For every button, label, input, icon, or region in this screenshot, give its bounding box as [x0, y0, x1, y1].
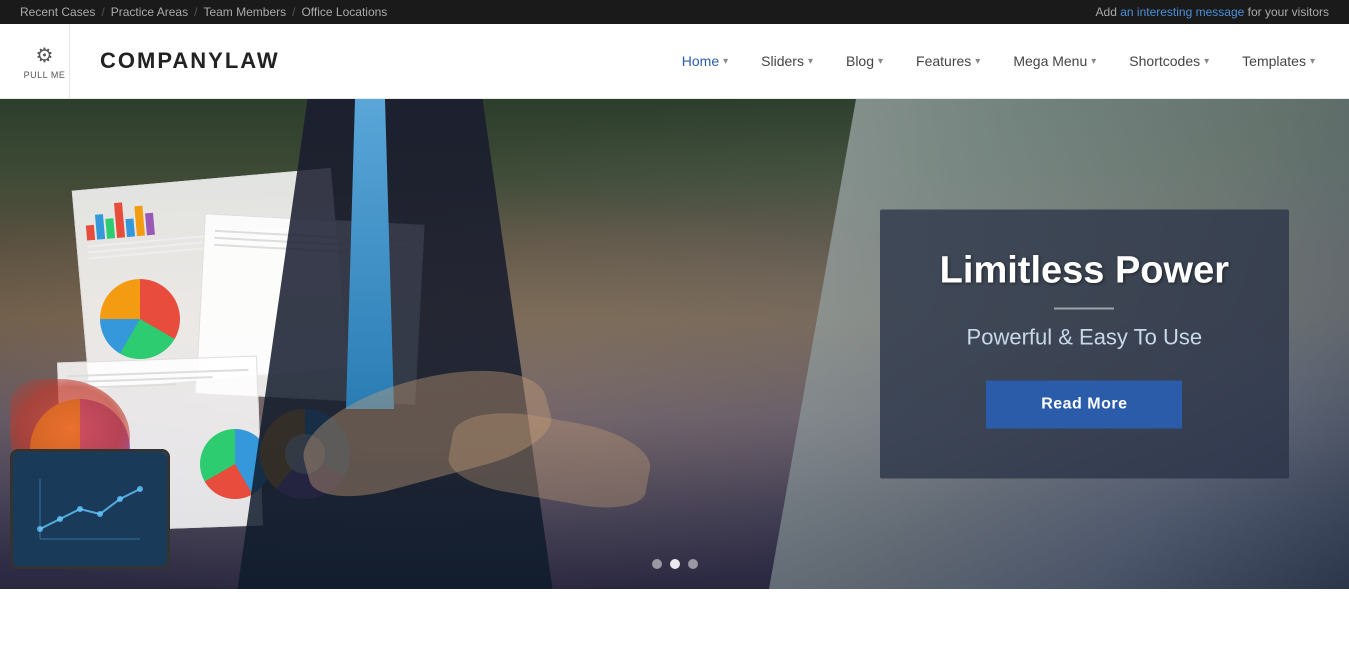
- slider-dot-3[interactable]: [688, 559, 698, 569]
- chevron-down-icon: ▾: [808, 56, 813, 67]
- top-bar-suffix: for your visitors: [1244, 5, 1329, 19]
- top-bar-prefix: Add: [1096, 5, 1121, 19]
- nav-label-features: Features: [916, 53, 971, 69]
- hero-overlay: Limitless Power Powerful & Easy To Use R…: [880, 210, 1289, 479]
- separator-2: /: [194, 5, 197, 19]
- nav-item-home[interactable]: Home ▾: [668, 24, 742, 99]
- site-logo[interactable]: COMPANYLAW: [90, 48, 280, 74]
- chevron-down-icon: ▾: [1310, 56, 1315, 67]
- chevron-down-icon: ▾: [975, 56, 980, 67]
- chevron-down-icon: ▾: [1091, 56, 1096, 67]
- main-nav: ⚙ PULL ME COMPANYLAW Home ▾ Sliders ▾ Bl…: [0, 24, 1349, 99]
- gear-icon: ⚙: [36, 43, 54, 68]
- nav-item-sliders[interactable]: Sliders ▾: [747, 24, 827, 99]
- nav-label-shortcodes: Shortcodes: [1129, 53, 1200, 69]
- separator-1: /: [101, 5, 104, 19]
- slider-dot-2[interactable]: [670, 559, 680, 569]
- hero-subtitle: Powerful & Easy To Use: [940, 325, 1229, 351]
- nav-label-blog: Blog: [846, 53, 874, 69]
- chevron-down-icon: ▾: [878, 56, 883, 67]
- topbar-link-team-members[interactable]: Team Members: [203, 5, 286, 19]
- hero-title: Limitless Power: [940, 250, 1229, 293]
- top-bar-link-text[interactable]: an interesting message: [1120, 5, 1244, 19]
- hero-overlay-bg: Limitless Power Powerful & Easy To Use R…: [880, 210, 1289, 479]
- nav-item-mega-menu[interactable]: Mega Menu ▾: [999, 24, 1110, 99]
- top-bar: Recent Cases / Practice Areas / Team Mem…: [0, 0, 1349, 24]
- nav-menu: Home ▾ Sliders ▾ Blog ▾ Features ▾ Mega …: [668, 24, 1329, 99]
- top-bar-message: Add an interesting message for your visi…: [1096, 5, 1329, 19]
- slider-dot-1[interactable]: [652, 559, 662, 569]
- read-more-button[interactable]: Read More: [986, 381, 1182, 429]
- chevron-down-icon: ▾: [1204, 56, 1209, 67]
- top-bar-links: Recent Cases / Practice Areas / Team Mem…: [20, 5, 387, 19]
- hero-section: Limitless Power Powerful & Easy To Use R…: [0, 99, 1349, 589]
- separator-3: /: [292, 5, 295, 19]
- tablet-graph-svg: [30, 469, 150, 549]
- topbar-link-office-locations[interactable]: Office Locations: [301, 5, 387, 19]
- topbar-link-practice-areas[interactable]: Practice Areas: [111, 5, 188, 19]
- pie-chart-1: [100, 279, 180, 359]
- hero-divider: [1054, 308, 1114, 310]
- nav-item-features[interactable]: Features ▾: [902, 24, 994, 99]
- nav-item-blog[interactable]: Blog ▾: [832, 24, 897, 99]
- pull-me-button[interactable]: ⚙ PULL ME: [20, 24, 70, 99]
- nav-label-mega-menu: Mega Menu: [1013, 53, 1087, 69]
- topbar-link-recent-cases[interactable]: Recent Cases: [20, 5, 95, 19]
- tablet-screen: [13, 452, 167, 566]
- tablet-device: [10, 449, 170, 569]
- nav-label-sliders: Sliders: [761, 53, 804, 69]
- nav-label-templates: Templates: [1242, 53, 1306, 69]
- nav-label-home: Home: [682, 53, 719, 69]
- pull-label: PULL ME: [24, 70, 66, 80]
- slider-dots: [652, 559, 698, 569]
- nav-item-shortcodes[interactable]: Shortcodes ▾: [1115, 24, 1223, 99]
- nav-item-templates[interactable]: Templates ▾: [1228, 24, 1329, 99]
- chevron-down-icon: ▾: [723, 56, 728, 67]
